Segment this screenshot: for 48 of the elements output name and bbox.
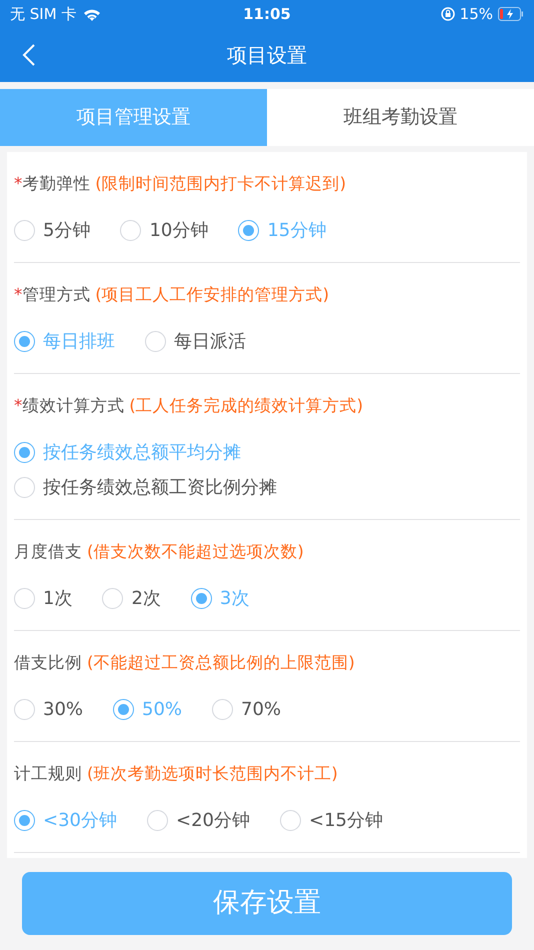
radio-icon [238,220,260,240]
radio-icon [113,698,134,720]
radio-icon [280,810,301,830]
radio-option[interactable]: 1次 [14,581,72,615]
required-mark: * [14,172,22,195]
radio-icon [190,588,212,608]
radio-icon [102,588,124,608]
section-title: 计工规则 [14,762,82,785]
radio-icon [14,698,35,720]
radio-option[interactable]: 30% [14,692,84,726]
battery-text: 15% [460,4,493,25]
radio-icon [212,698,234,720]
section-title: 绩效计算方式 [22,394,124,417]
radio-icon [14,330,35,352]
radio-icon [14,442,35,462]
section-hint: (不能超过工资总额比例的上限范围) [87,652,355,674]
radio-icon [14,220,35,240]
section-hint: (限制时间范围内打卡不计算迟到) [95,172,346,195]
section-hint: (项目工人工作安排的管理方式) [95,284,330,306]
section-title: 借支比例 [14,652,82,674]
radio-option[interactable]: 70% [212,692,282,726]
radio-icon [14,476,35,498]
radio-option[interactable]: 按任务绩效总额工资比例分摊 [14,470,520,504]
radio-icon [14,810,35,830]
section-hint: (班次考勤选项时长范围内不计工) [87,762,338,785]
required-mark: * [14,284,22,306]
clock-text: 11:05 [243,4,291,25]
radio-icon [14,588,35,608]
section-hint: (工人任务完成的绩效计算方式) [129,394,364,417]
radio-option[interactable]: <20分钟 [147,803,250,837]
orientation-lock-icon [440,7,455,21]
radio-icon [145,330,166,352]
section-title: 考勤弹性 [22,172,90,195]
section-title: 管理方式 [22,284,90,306]
back-icon [22,43,36,67]
radio-option[interactable]: 2次 [102,581,161,615]
radio-icon [120,220,142,240]
radio-option[interactable]: <15分钟 [280,803,383,837]
carrier-text: 无 SIM 卡 [10,4,76,25]
radio-option[interactable]: 10分钟 [120,213,208,247]
page-title: 项目设置 [227,42,307,69]
required-mark: * [14,394,22,417]
radio-option[interactable]: 5分钟 [14,213,90,247]
battery-icon [498,7,524,21]
section-hint: (借支次数不能超过选项次数) [87,540,304,563]
section-title: 月度借支 [14,540,82,563]
radio-option[interactable]: 每日派活 [145,324,246,358]
radio-icon [147,810,168,830]
